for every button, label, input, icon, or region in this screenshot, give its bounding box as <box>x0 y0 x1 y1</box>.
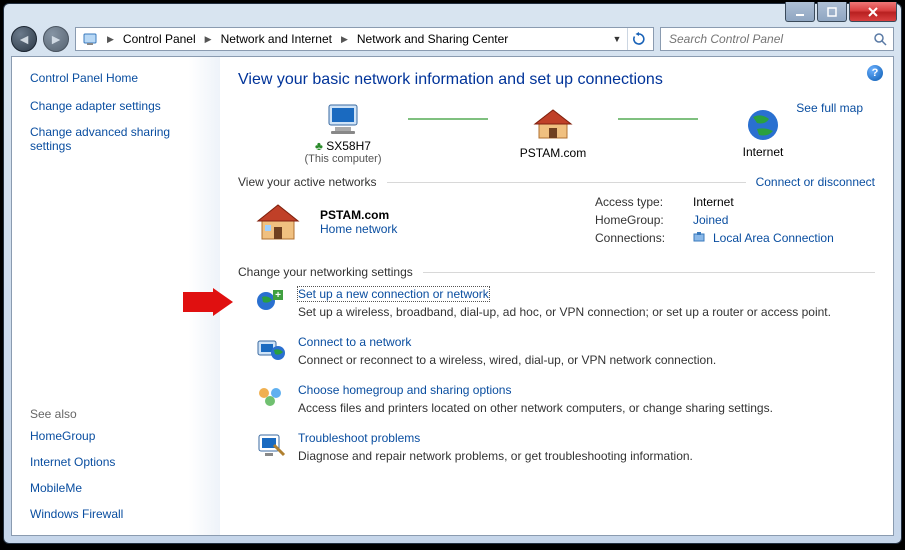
map-net-label: PSTAM.com <box>520 146 586 160</box>
main-panel: ? View your basic network information an… <box>220 57 893 535</box>
help-icon[interactable]: ? <box>867 65 883 81</box>
seealso-windows-firewall[interactable]: Windows Firewall <box>30 507 210 521</box>
change-adapter-link[interactable]: Change adapter settings <box>30 99 210 113</box>
settings-list: + Set up a new connection or network Set… <box>256 287 875 463</box>
chevron-right-icon[interactable]: ▶ <box>338 34 351 45</box>
breadcrumb-network-internet[interactable]: Network and Internet <box>215 28 338 50</box>
minimize-button[interactable] <box>785 2 815 22</box>
search-input[interactable] <box>667 31 857 47</box>
map-inet-label: Internet <box>743 145 784 159</box>
access-type-label: Access type: <box>595 195 685 209</box>
control-panel-icon <box>80 29 100 49</box>
content-area: Control Panel Home Change adapter settin… <box>11 56 894 536</box>
setting-connect-network-title[interactable]: Connect to a network <box>298 335 411 349</box>
nic-icon <box>693 231 705 245</box>
setting-connect-network-desc: Connect or reconnect to a wireless, wire… <box>298 353 716 367</box>
map-pc-sublabel: (This computer) <box>304 153 381 165</box>
connection-link[interactable]: Local Area Connection <box>713 231 834 245</box>
active-networks-heading: View your active networks <box>238 175 377 189</box>
troubleshoot-icon <box>256 431 286 459</box>
setting-homegroup-title[interactable]: Choose homegroup and sharing options <box>298 383 511 397</box>
see-also-heading: See also <box>30 407 210 421</box>
map-this-computer[interactable]: ♣ SX58H7 (This computer) <box>278 101 408 165</box>
search-icon[interactable] <box>873 32 887 46</box>
house-icon <box>254 201 302 243</box>
titlebar[interactable] <box>4 4 901 22</box>
see-full-map-link[interactable]: See full map <box>796 101 863 115</box>
search-box[interactable] <box>660 27 894 51</box>
homegroup-link[interactable]: Joined <box>693 213 728 227</box>
close-button[interactable] <box>849 2 897 22</box>
map-pc-label: SX58H7 <box>326 139 371 153</box>
computer-icon <box>321 101 365 137</box>
back-button[interactable]: ◄ <box>11 26 37 52</box>
breadcrumb-control-panel[interactable]: Control Panel <box>117 28 202 50</box>
setting-homegroup-desc: Access files and printers located on oth… <box>298 401 773 415</box>
chevron-right-icon[interactable]: ▶ <box>202 34 215 45</box>
forward-button[interactable]: ► <box>43 26 69 52</box>
setting-troubleshoot[interactable]: Troubleshoot problems Diagnose and repai… <box>256 431 875 463</box>
control-panel-home-link[interactable]: Control Panel Home <box>30 71 210 85</box>
seealso-homegroup[interactable]: HomeGroup <box>30 429 210 443</box>
address-dropdown-button[interactable]: ▼ <box>609 34 625 44</box>
map-network[interactable]: PSTAM.com <box>488 106 618 160</box>
globe-icon <box>743 107 783 143</box>
map-connector <box>408 118 488 120</box>
svg-text:+: + <box>275 290 281 301</box>
network-map: ♣ SX58H7 (This computer) PSTAM.com Inter… <box>278 101 875 165</box>
page-title: View your basic network information and … <box>238 71 875 89</box>
house-icon <box>531 106 575 144</box>
change-settings-heading: Change your networking settings <box>238 265 413 279</box>
connect-network-icon <box>256 335 286 363</box>
annotation-arrow <box>183 288 233 316</box>
connections-label: Connections: <box>595 231 685 245</box>
homegroup-icon <box>256 383 286 411</box>
setting-new-connection-title[interactable]: Set up a new connection or network <box>298 287 489 301</box>
active-network-type-link[interactable]: Home network <box>320 222 397 236</box>
homegroup-label: HomeGroup: <box>595 213 685 227</box>
toolbar: ◄ ► ▶ Control Panel ▶ Network and Intern… <box>11 22 894 56</box>
new-connection-icon: + <box>256 287 286 315</box>
change-sharing-link[interactable]: Change advanced sharing settings <box>30 125 210 153</box>
setting-new-connection[interactable]: + Set up a new connection or network Set… <box>256 287 875 319</box>
connect-disconnect-link[interactable]: Connect or disconnect <box>756 175 875 189</box>
maximize-button[interactable] <box>817 2 847 22</box>
address-bar[interactable]: ▶ Control Panel ▶ Network and Internet ▶… <box>75 27 654 51</box>
access-type-value: Internet <box>693 195 734 209</box>
window: ◄ ► ▶ Control Panel ▶ Network and Intern… <box>3 3 902 544</box>
seealso-internet-options[interactable]: Internet Options <box>30 455 210 469</box>
setting-connect-network[interactable]: Connect to a network Connect or reconnec… <box>256 335 875 367</box>
setting-homegroup[interactable]: Choose homegroup and sharing options Acc… <box>256 383 875 415</box>
map-connector <box>618 118 698 120</box>
seealso-mobileme[interactable]: MobileMe <box>30 481 210 495</box>
active-network-name: PSTAM.com <box>320 208 397 222</box>
setting-troubleshoot-title[interactable]: Troubleshoot problems <box>298 431 420 445</box>
breadcrumb-network-sharing[interactable]: Network and Sharing Center <box>351 28 514 50</box>
setting-troubleshoot-desc: Diagnose and repair network problems, or… <box>298 449 693 463</box>
chevron-right-icon[interactable]: ▶ <box>104 34 117 45</box>
window-controls <box>785 2 897 22</box>
active-network-row: PSTAM.com Home network Access type: Inter… <box>238 195 875 249</box>
setting-new-connection-desc: Set up a wireless, broadband, dial-up, a… <box>298 305 831 319</box>
refresh-button[interactable] <box>627 28 649 50</box>
